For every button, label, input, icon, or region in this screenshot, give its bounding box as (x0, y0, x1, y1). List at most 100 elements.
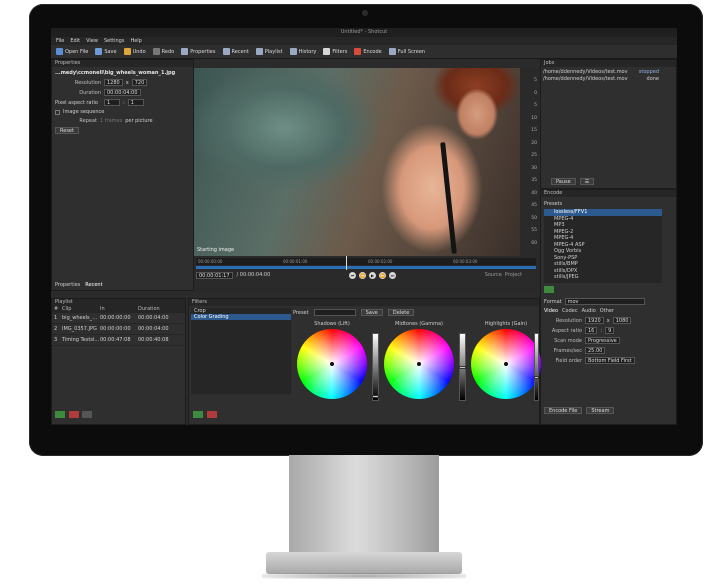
remove-filter-icon[interactable] (206, 411, 217, 418)
tab-source[interactable]: Source (485, 272, 502, 278)
fast-forward-icon[interactable]: ⏩ (379, 272, 386, 279)
audio-meter: 5 0 5 10 15 20 25 30 35 40 45 50 55 60 (520, 68, 540, 256)
toolbar-properties-button[interactable]: Properties (181, 48, 216, 55)
filters-title: Filters (189, 299, 539, 306)
aspect-height[interactable]: 9 (605, 327, 615, 334)
shadows-knob[interactable] (372, 395, 379, 399)
filter-item-color-grading[interactable]: Color Grading (191, 314, 291, 320)
highlights-color-wheel[interactable] (471, 329, 541, 399)
encode-title: Encode (541, 190, 676, 197)
time-track[interactable] (196, 266, 536, 269)
skip-start-icon[interactable]: ⏮ (349, 272, 356, 279)
col-in[interactable]: In (100, 306, 138, 313)
skip-end-icon[interactable]: ⏭ (389, 272, 396, 279)
table-row[interactable]: 3 Timing Testsl... 00:00:47:08 00:00:40:… (52, 335, 185, 346)
midtones-marker[interactable] (417, 362, 421, 366)
delete-preset-button[interactable]: Delete (387, 309, 415, 316)
playlist-menu-icon[interactable] (82, 411, 93, 418)
rewind-icon[interactable]: ⏪ (359, 272, 366, 279)
col-number[interactable]: # (52, 306, 62, 313)
job-file: /home/ddennedy/Videos/test.mov (543, 69, 628, 75)
tab-codec[interactable]: Codec (562, 308, 578, 314)
toolbar-full-screen-button[interactable]: Full Screen (388, 48, 425, 55)
tab-other[interactable]: Other (600, 308, 614, 314)
cell-duration: 00:00:04:00 (138, 315, 169, 321)
current-timecode[interactable]: 00:00:01:17 (196, 272, 233, 279)
remove-clip-icon[interactable] (68, 411, 79, 418)
time-ruler[interactable]: 00:00:00:00 00:00:01:00 00:00:02:00 00:00:0… (196, 258, 536, 265)
encode-res-width[interactable]: 1920 (585, 317, 604, 324)
aspect-colon: : (600, 327, 603, 334)
scan-label: Scan mode (554, 337, 582, 344)
field-order-select[interactable]: Bottom Field First (585, 357, 635, 364)
preset-item[interactable]: stills/JPEG (544, 274, 662, 281)
add-preset-icon[interactable] (544, 286, 554, 293)
play-icon[interactable]: ▶ (369, 272, 376, 279)
webcam (362, 10, 368, 16)
toolbar-recent-button[interactable]: Recent (222, 48, 249, 55)
save-preset-button[interactable]: Save (360, 309, 383, 316)
tab-video[interactable]: Video (544, 308, 558, 314)
table-row[interactable]: 1 big_wheels_... 00:00:00:00 00:00:04:00 (52, 313, 185, 324)
shadows-color-wheel[interactable] (297, 329, 367, 399)
transport-controls: ⏮ ⏪ ▶ ⏩ ⏭ (349, 272, 396, 279)
highlights-marker[interactable] (504, 362, 508, 366)
midtones-knob[interactable] (459, 366, 466, 369)
jobs-menu-button[interactable]: ☰ (579, 178, 595, 185)
midtones-color-wheel[interactable] (384, 329, 454, 399)
reset-row: Reset (55, 127, 193, 134)
reset-button[interactable]: Reset (55, 127, 79, 134)
toolbar-encode-button[interactable]: Encode (354, 48, 382, 55)
highlights-slider[interactable] (534, 333, 539, 401)
encode-file-button[interactable]: Encode File (544, 407, 583, 414)
pixel-aspect-num[interactable]: 1 (104, 99, 120, 106)
tab-audio[interactable]: Audio (582, 308, 596, 314)
stream-button[interactable]: Stream (586, 407, 615, 414)
jobs-title: Jobs (541, 60, 676, 67)
pixel-aspect-den[interactable]: 1 (127, 99, 144, 106)
image-sequence-checkbox[interactable] (55, 109, 60, 115)
menu-view[interactable]: View (86, 37, 98, 45)
menu-file[interactable]: File (56, 37, 64, 45)
toolbar-undo-button[interactable]: Undo (123, 48, 146, 55)
scan-select[interactable]: Progressive (585, 337, 620, 344)
tab-project[interactable]: Project (505, 272, 522, 278)
col-clip[interactable]: Clip (62, 306, 100, 313)
playhead[interactable] (345, 256, 347, 270)
add-clip-icon[interactable] (55, 411, 65, 418)
toolbar-label: Properties (190, 48, 216, 55)
menu-help[interactable]: Help (130, 37, 141, 45)
repeat-value[interactable]: 1 frames (100, 118, 122, 124)
col-duration[interactable]: Duration (138, 306, 174, 313)
shadows-marker[interactable] (330, 362, 334, 366)
toolbar-save-button[interactable]: Save (95, 48, 117, 55)
menu-edit[interactable]: Edit (70, 37, 80, 45)
toolbar-open-file-button[interactable]: Open File (56, 48, 88, 55)
resolution-width-field[interactable]: 1280 (104, 79, 123, 86)
tab-properties[interactable]: Properties (55, 282, 80, 288)
video-viewer[interactable]: Starting image (194, 68, 520, 256)
tab-recent[interactable]: Recent (85, 282, 102, 288)
job-row[interactable]: /home/ddennedy/Videos/test.mov done (543, 76, 659, 83)
shadows-slider[interactable] (372, 333, 379, 401)
format-select[interactable]: mov (564, 298, 645, 305)
toolbar-history-button[interactable]: History (289, 48, 316, 55)
encode-res-height[interactable]: 1080 (612, 317, 632, 324)
job-row[interactable]: /home/ddennedy/Videos/test.mov stopped (543, 69, 659, 76)
menu-settings[interactable]: Settings (104, 37, 125, 45)
pause-button[interactable]: Pause (551, 178, 576, 185)
fps-field[interactable]: 25.00 (585, 347, 606, 354)
toolbar-redo-button[interactable]: Redo (152, 48, 174, 55)
encode-panel: Encode Presets lossless/FFV1 MPEG-4 MP3 MPE… (540, 189, 677, 425)
duration-field[interactable]: 00:00:04:00 (104, 89, 141, 96)
highlights-knob[interactable] (534, 376, 539, 380)
add-filter-icon[interactable] (193, 411, 203, 418)
toolbar-playlist-button[interactable]: Playlist (255, 48, 283, 55)
resolution-height-field[interactable]: 720 (131, 79, 148, 86)
table-row[interactable]: 2 IMG_0357.JPG 00:00:00:00 00:00:04:00 (52, 324, 185, 335)
midtones-slider[interactable] (459, 333, 466, 401)
midtones-label: Midtones (Gamma) (395, 321, 443, 327)
preset-select[interactable] (313, 309, 356, 316)
toolbar-filters-button[interactable]: Filters (323, 48, 347, 55)
aspect-width[interactable]: 16 (585, 327, 598, 334)
